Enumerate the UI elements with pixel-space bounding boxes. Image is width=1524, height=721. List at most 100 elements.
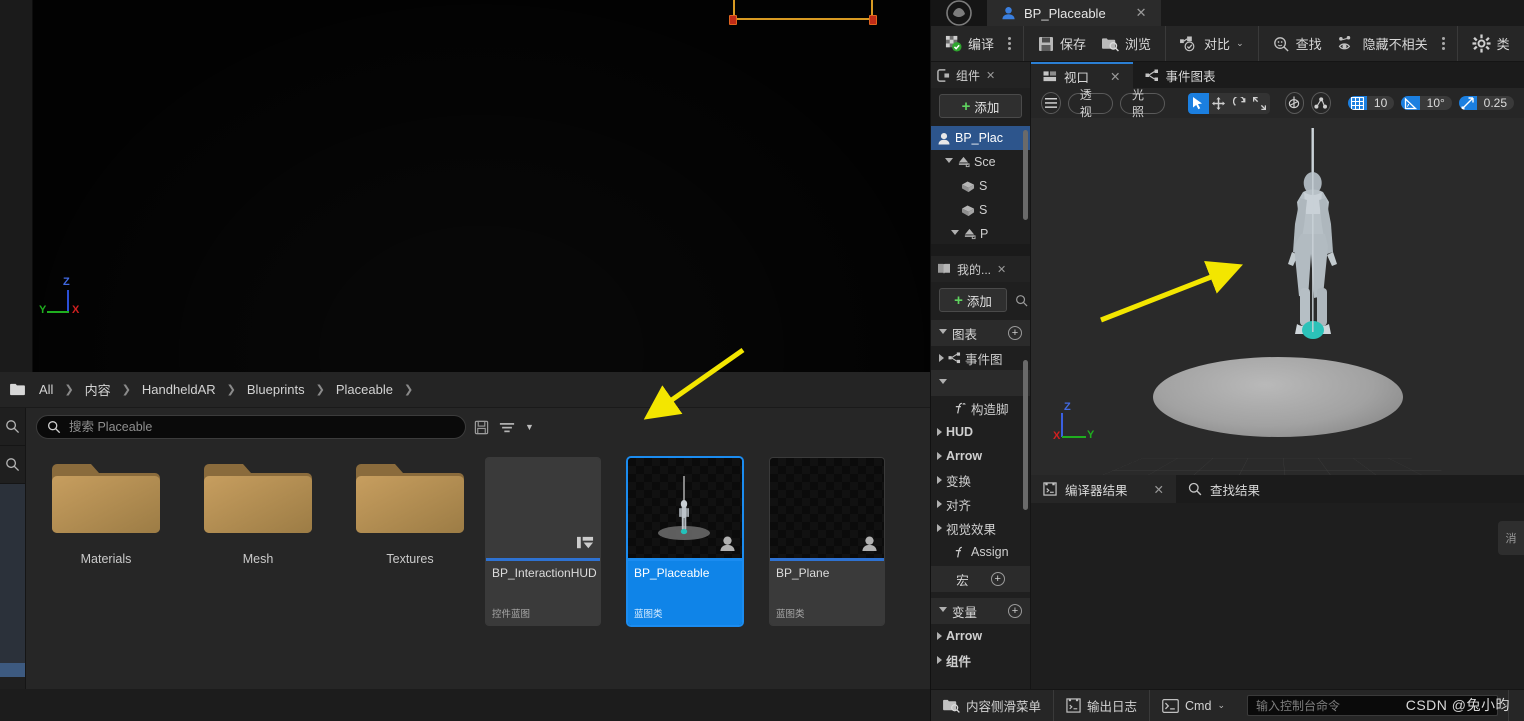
angle-snap-value[interactable]: 10° [1419,96,1452,110]
component-row-mesh-2[interactable]: S [931,198,1030,222]
save-button[interactable]: 保存 [1030,31,1094,56]
rail-tree-area[interactable] [0,484,25,663]
chevron-right-icon[interactable] [937,476,942,484]
asset-tile-bp-plane[interactable]: BP_Plane 蓝图类 [770,458,884,625]
my-blueprint-search-icon[interactable] [1015,294,1028,307]
close-icon[interactable]: ✕ [997,263,1006,276]
browse-button[interactable]: 浏览 [1094,31,1159,56]
chevron-down-icon[interactable] [939,328,947,338]
chevron-down-icon[interactable]: ▼ [525,422,534,432]
scale-snap-control[interactable]: 0.25 [1458,96,1514,110]
breadcrumb-item-0[interactable]: All [35,380,57,399]
search-input[interactable] [69,420,455,434]
chevron-right-icon[interactable] [937,632,942,640]
filter-icon[interactable] [499,421,515,434]
my-blueprint-scrollbar[interactable] [1023,360,1028,510]
close-icon[interactable]: ✕ [1136,5,1147,21]
tab-bp-placeable[interactable]: BP_Placeable ✕ [987,0,1161,26]
rail-search-icon-1[interactable] [0,408,25,446]
compile-button[interactable]: 编译 [937,31,1002,56]
components-tree[interactable]: BP_Plac Sce S S P [931,124,1030,244]
world-coordinate-icon[interactable] [1284,92,1305,114]
content-drawer-button[interactable]: 内容侧滑菜单 [931,690,1055,721]
my-blueprint-tree[interactable]: 图表 + 事件图 构造脚 HUD Arrow 变换 对齐 视觉效果 Assign… [931,318,1030,689]
folder-tile[interactable]: Mesh [196,458,320,566]
lighting-button[interactable]: 光照 [1119,88,1166,119]
components-panel-tab[interactable]: 组件 ✕ [931,62,1030,88]
diff-button[interactable]: 对比 ⌄ [1172,31,1252,56]
components-scrollbar[interactable] [1023,130,1028,220]
tab-viewport[interactable]: 视口 ✕ [1031,62,1133,88]
components-add-button[interactable]: + 添加 [939,94,1022,118]
my-blueprint-row-arrow[interactable]: Arrow [931,444,1030,468]
select-mode-icon[interactable] [1188,92,1209,114]
close-icon[interactable]: ✕ [1154,482,1164,497]
my-blueprint-row-align[interactable]: 对齐 [931,492,1030,516]
chevron-down-icon[interactable]: ⌄ [1236,38,1244,49]
class-settings-button[interactable]: 类 [1464,31,1518,56]
asset-tile-interaction-hud[interactable]: BP_InteractionHUD 控件蓝图 [486,458,600,625]
close-icon[interactable]: ✕ [1110,69,1120,84]
asset-tile-bp-placeable[interactable]: BP_Placeable 蓝图类 [628,458,742,625]
section-functions[interactable] [931,370,1030,396]
chevron-right-icon[interactable] [939,354,944,362]
section-graphs[interactable]: 图表 + [931,320,1030,346]
breadcrumb-item-4[interactable]: Placeable [332,380,397,399]
breadcrumb-item-3[interactable]: Blueprints [243,380,309,399]
find-button[interactable]: 查找 [1265,31,1330,56]
asset-search-box[interactable] [36,415,466,439]
my-blueprint-add-button[interactable]: + 添加 [939,288,1007,312]
save-search-icon[interactable] [474,420,489,435]
chevron-right-icon[interactable] [937,452,942,460]
tab-event-graph[interactable]: 事件图表 [1132,62,1228,88]
breadcrumb-item-1[interactable]: 内容 [81,378,115,401]
my-blueprint-panel-tab[interactable]: 我的... ✕ [931,256,1030,282]
component-row-p[interactable]: P [931,222,1030,244]
my-blueprint-row-construction-script[interactable]: 构造脚 [931,396,1030,420]
variable-row-components[interactable]: 组件 [931,648,1030,672]
my-blueprint-row-transform[interactable]: 变换 [931,468,1030,492]
folder-tile[interactable]: Textures [348,458,472,566]
rotate-mode-icon[interactable] [1228,92,1250,114]
chevron-right-icon[interactable] [937,656,942,664]
move-mode-icon[interactable] [1208,92,1229,114]
perspective-button[interactable]: 透视 [1067,88,1113,119]
my-blueprint-row-assign[interactable]: Assign [931,540,1030,564]
folder-tile[interactable]: Materials [44,458,168,566]
section-variables[interactable]: 变量 + [931,598,1030,624]
section-macros[interactable]: 宏 + [931,566,1030,592]
chevron-right-icon[interactable] [937,500,942,508]
rail-selected-row[interactable] [0,663,25,677]
add-graph-icon[interactable]: + [1008,326,1022,340]
blueprint-viewport[interactable]: Z Y X [1031,118,1524,475]
hamburger-icon[interactable] [1041,92,1061,114]
chevron-down-icon[interactable]: ⌄ [1217,700,1225,711]
chevron-down-icon[interactable] [951,229,959,239]
output-log-button[interactable]: 输出日志 [1054,690,1151,721]
angle-snap-control[interactable]: 10° [1401,96,1452,110]
my-blueprint-row-visual-effects[interactable]: 视觉效果 [931,516,1030,540]
level-viewport[interactable]: Z Y X [0,0,930,372]
grid-snap-value[interactable]: 10 [1366,96,1395,110]
surface-snap-icon[interactable] [1311,92,1331,114]
cmd-dropdown[interactable]: Cmd ⌄ [1150,690,1237,721]
tab-find-results[interactable]: 查找结果 [1176,475,1272,503]
add-macro-icon[interactable]: + [990,572,1005,586]
panel-splitter[interactable] [931,244,1030,256]
level-viewport-scene[interactable]: Z Y X [33,0,930,372]
add-variable-icon[interactable]: + [1008,604,1022,618]
variable-row-arrow[interactable]: Arrow [931,624,1030,648]
scale-mode-icon[interactable] [1249,92,1270,114]
component-row-mesh-1[interactable]: S [931,174,1030,198]
component-row-scene[interactable]: Sce [931,150,1030,174]
chevron-right-icon[interactable] [937,524,942,532]
rail-search-icon-2[interactable] [0,446,25,484]
chevron-down-icon[interactable] [939,606,947,616]
chevron-down-icon[interactable] [939,378,947,388]
scale-snap-value[interactable]: 0.25 [1476,96,1514,110]
unreal-logo[interactable] [931,0,987,26]
side-drawer-stub[interactable]: 消 [1498,521,1524,555]
close-icon[interactable]: ✕ [986,69,995,82]
component-row-root[interactable]: BP_Plac [931,126,1030,150]
chevron-down-icon[interactable] [945,157,953,167]
